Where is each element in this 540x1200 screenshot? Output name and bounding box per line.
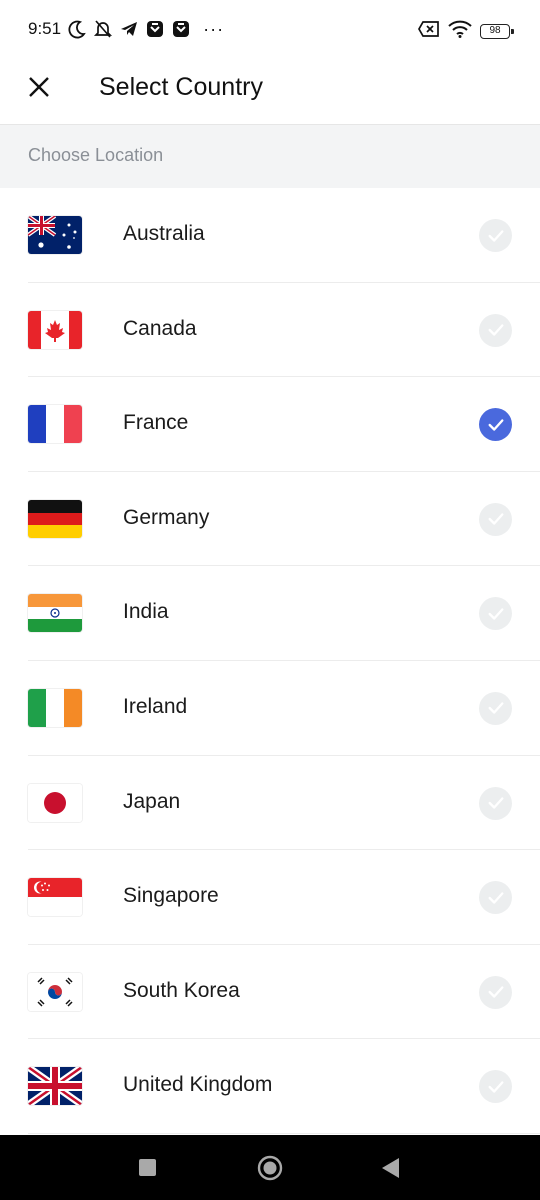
country-name: France bbox=[123, 411, 189, 435]
france-flag bbox=[28, 405, 82, 444]
radio-check-selected[interactable] bbox=[479, 408, 512, 442]
germany-flag bbox=[28, 499, 82, 538]
check-icon bbox=[488, 702, 503, 715]
check-icon bbox=[488, 229, 503, 242]
check-icon bbox=[488, 419, 503, 431]
country-row-south-korea[interactable]: South Korea bbox=[0, 945, 540, 1040]
country-name: Singapore bbox=[123, 884, 219, 908]
telegram-icon bbox=[119, 18, 139, 40]
home-button[interactable] bbox=[257, 1155, 283, 1181]
japan-flag bbox=[28, 783, 82, 822]
country-name: South Korea bbox=[123, 978, 240, 1002]
south-korea-flag bbox=[28, 972, 82, 1011]
check-icon bbox=[488, 513, 503, 525]
country-list: Australia Canada France Germany India Ir… bbox=[0, 188, 540, 1134]
radio-check[interactable] bbox=[479, 975, 512, 1009]
no-sim-icon bbox=[418, 21, 440, 42]
back-icon bbox=[382, 1158, 399, 1178]
close-icon bbox=[29, 77, 49, 97]
country-row-united-kingdom[interactable]: United Kingdom bbox=[0, 1039, 540, 1134]
radio-check[interactable] bbox=[479, 313, 512, 347]
bell-off-icon bbox=[93, 18, 113, 40]
country-row-australia[interactable]: Australia bbox=[0, 188, 540, 283]
united-kingdom-flag bbox=[28, 1067, 82, 1106]
status-left: 9:51 ··· bbox=[28, 18, 224, 40]
wifi-icon bbox=[448, 20, 472, 43]
app-badge-icon bbox=[171, 18, 191, 40]
country-row-japan[interactable]: Japan bbox=[0, 756, 540, 851]
country-row-singapore[interactable]: Singapore bbox=[0, 850, 540, 945]
radio-check[interactable] bbox=[479, 786, 512, 820]
india-flag bbox=[28, 594, 82, 633]
page-title: Select Country bbox=[99, 73, 263, 101]
battery-indicator: 98 bbox=[480, 24, 514, 39]
country-name: United Kingdom bbox=[123, 1073, 273, 1097]
back-button[interactable] bbox=[381, 1157, 401, 1179]
country-row-canada[interactable]: Canada bbox=[0, 283, 540, 378]
country-name: Germany bbox=[123, 505, 210, 529]
country-row-france[interactable]: France bbox=[0, 377, 540, 472]
radio-check[interactable] bbox=[479, 691, 512, 725]
system-nav-bar bbox=[0, 1135, 540, 1200]
ireland-flag bbox=[28, 688, 82, 727]
divider bbox=[28, 1132, 540, 1134]
section-label: Choose Location bbox=[28, 145, 164, 165]
status-time: 9:51 bbox=[28, 19, 62, 38]
moon-icon bbox=[67, 18, 87, 40]
check-icon bbox=[488, 797, 503, 809]
country-name: Japan bbox=[123, 789, 181, 813]
check-icon bbox=[488, 1081, 503, 1093]
status-bar: 9:51 ··· 98 bbox=[0, 0, 540, 62]
country-row-india[interactable]: India bbox=[0, 566, 540, 661]
country-name: Canada bbox=[123, 316, 197, 340]
check-icon bbox=[488, 608, 503, 620]
check-icon bbox=[488, 986, 503, 998]
canada-flag bbox=[28, 310, 82, 349]
section-header: Choose Location bbox=[0, 124, 540, 188]
country-name: Ireland bbox=[123, 694, 188, 718]
check-icon bbox=[488, 324, 503, 336]
check-icon bbox=[488, 891, 503, 904]
radio-check[interactable] bbox=[479, 881, 512, 915]
home-icon bbox=[257, 1155, 283, 1181]
australia-flag bbox=[28, 216, 82, 254]
close-button[interactable] bbox=[22, 70, 56, 104]
recent-apps-button[interactable] bbox=[139, 1159, 156, 1176]
app-badge-icon bbox=[145, 18, 165, 40]
status-right: 98 bbox=[418, 20, 514, 43]
country-name: Australia bbox=[123, 222, 205, 245]
radio-check[interactable] bbox=[479, 219, 512, 252]
radio-check[interactable] bbox=[479, 502, 512, 536]
country-row-germany[interactable]: Germany bbox=[0, 472, 540, 567]
radio-check[interactable] bbox=[479, 1070, 512, 1104]
country-name: India bbox=[123, 600, 169, 624]
app-bar: Select Country bbox=[0, 62, 540, 124]
more-notifications: ··· bbox=[203, 18, 225, 39]
radio-check[interactable] bbox=[479, 597, 512, 631]
country-row-ireland[interactable]: Ireland bbox=[0, 661, 540, 756]
singapore-flag bbox=[28, 878, 82, 917]
